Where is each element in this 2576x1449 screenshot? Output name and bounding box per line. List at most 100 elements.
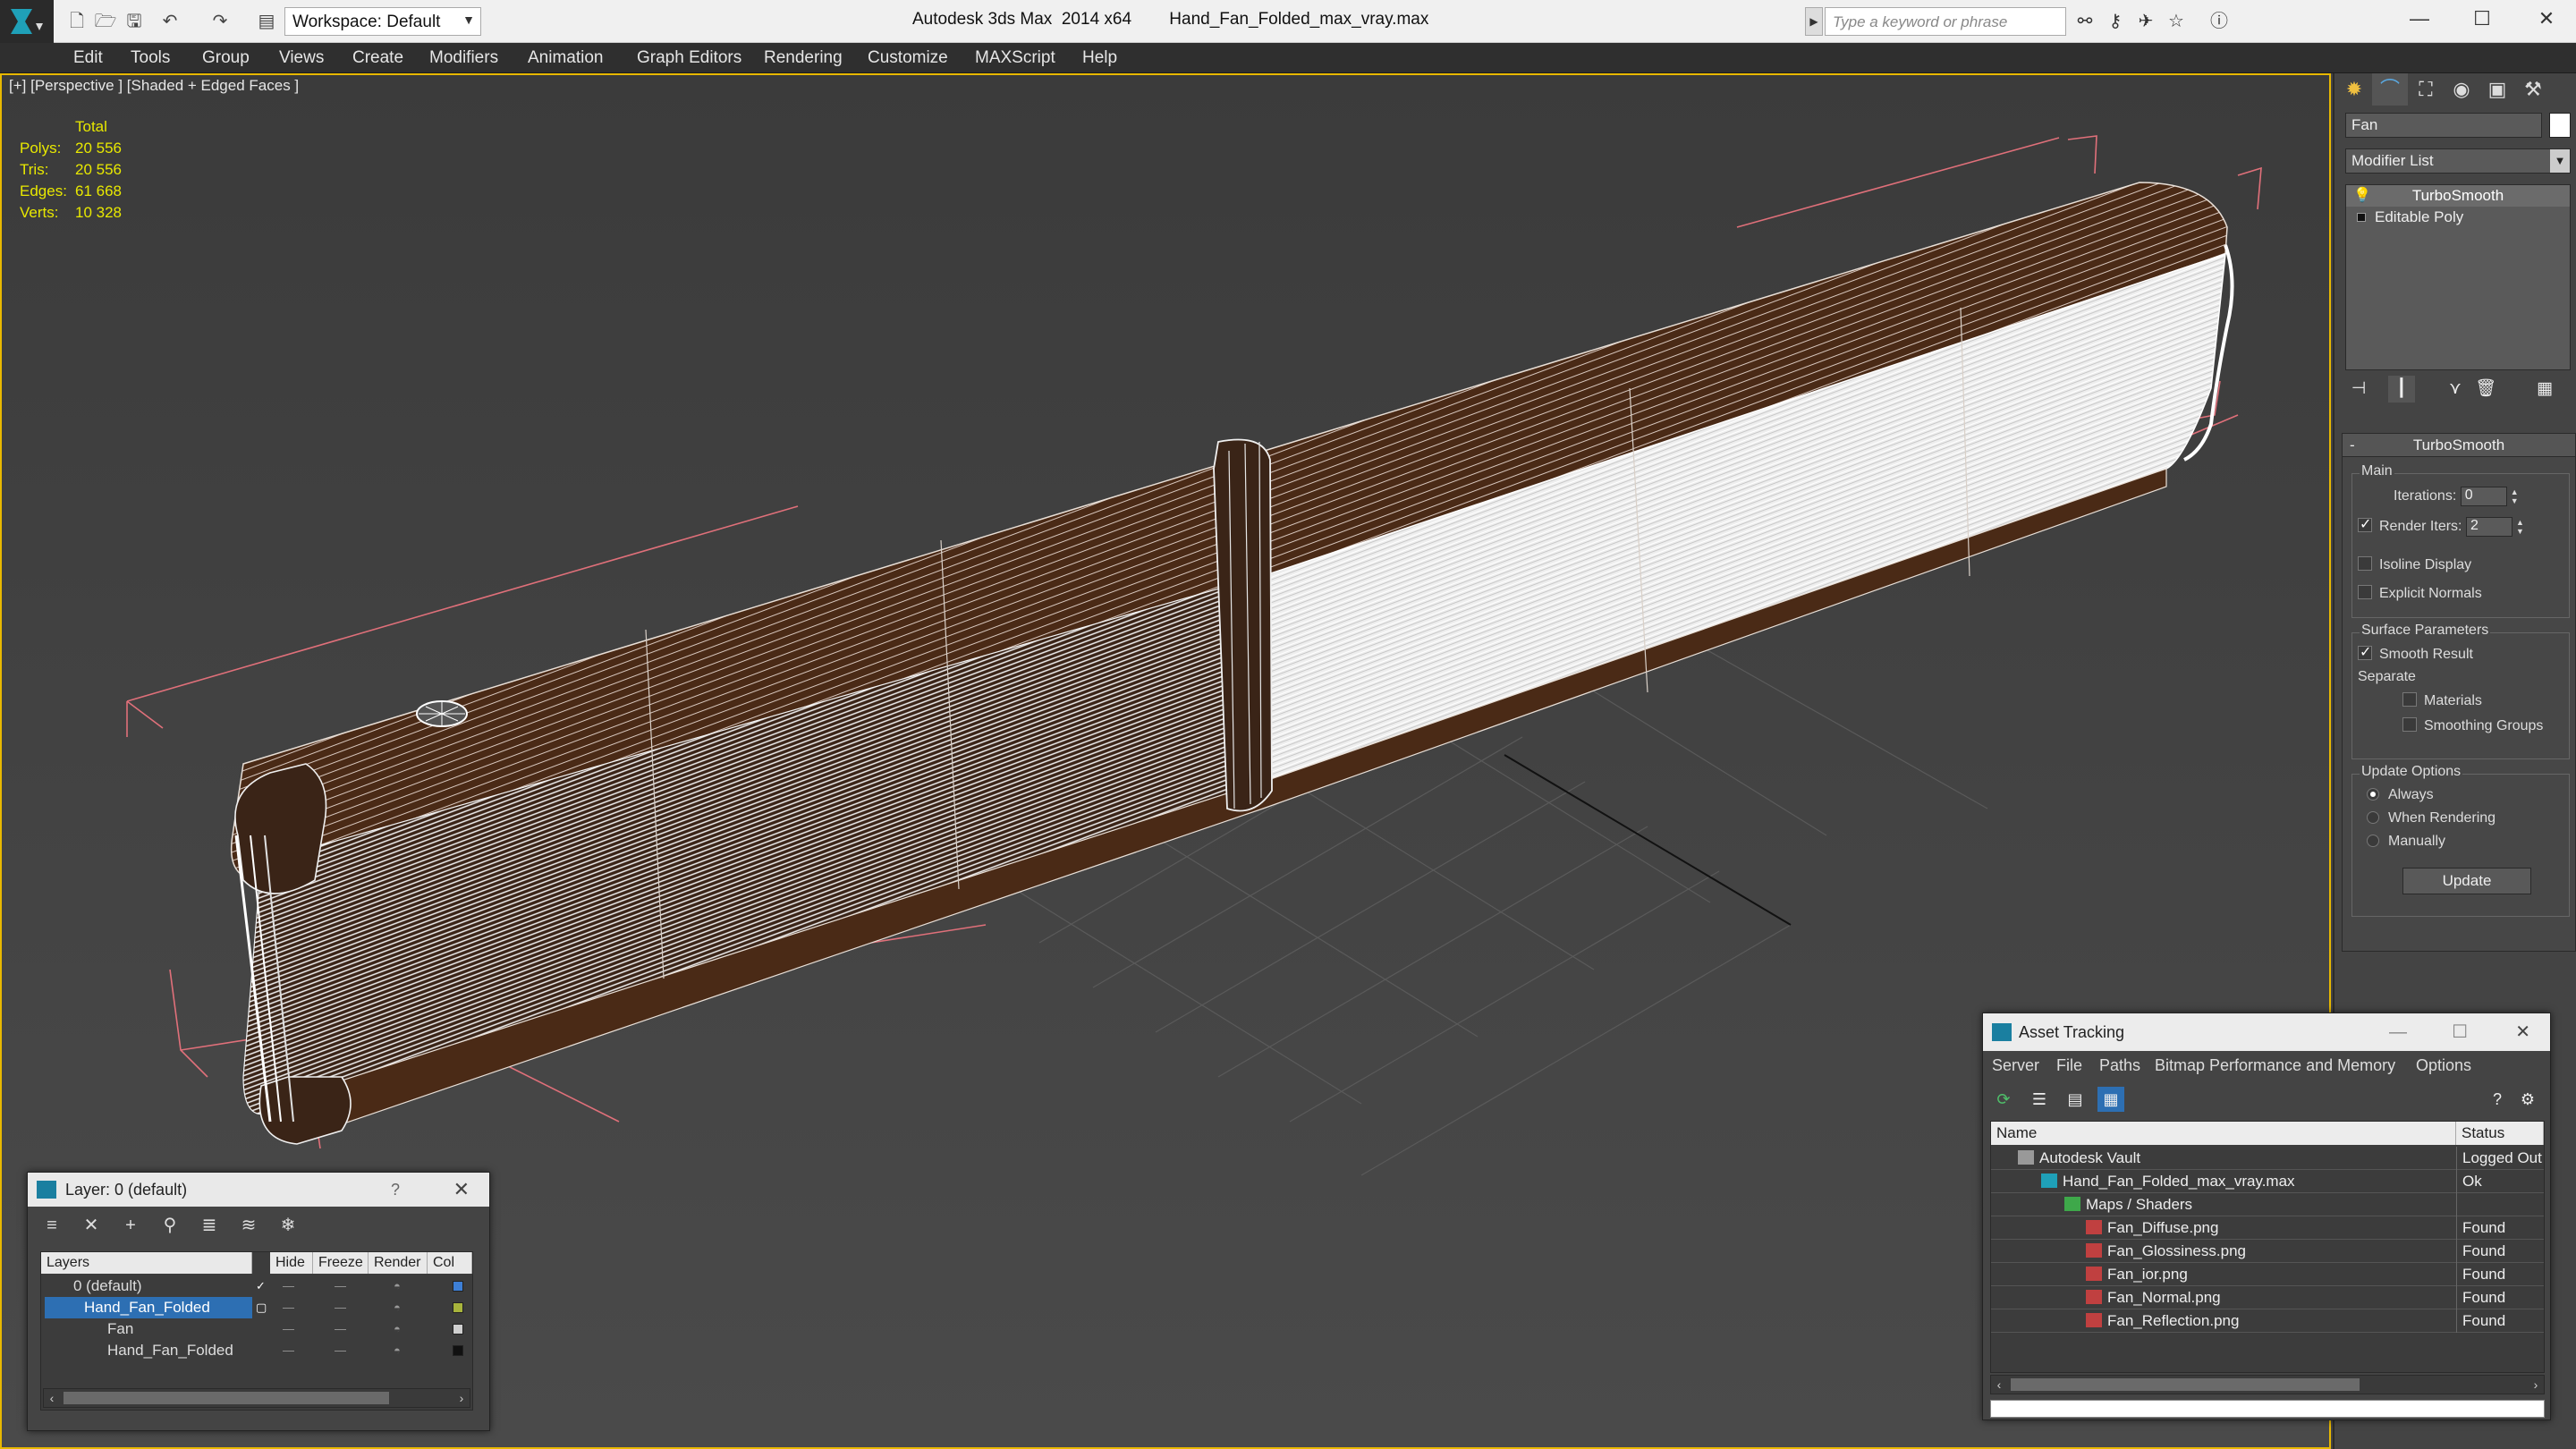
freeze-all-layers-icon[interactable]: ❄ (273, 1212, 303, 1239)
menu-rendering[interactable]: Rendering (764, 48, 843, 68)
horizontal-scrollbar[interactable]: ‹ › (43, 1388, 470, 1408)
close-icon[interactable]: ✕ (2515, 1013, 2530, 1051)
menu-bitmap-performance[interactable]: Bitmap Performance and Memory (2155, 1056, 2395, 1075)
make-unique-icon[interactable]: ⋎ (2442, 376, 2469, 402)
column-header[interactable]: Status (2456, 1122, 2544, 1145)
explicit-normals-row[interactable]: Explicit Normals (2358, 585, 2482, 602)
create-tab-icon[interactable]: ✹ (2336, 73, 2372, 106)
isoline-checkbox[interactable] (2358, 556, 2372, 571)
asset-row[interactable]: Hand_Fan_Folded_max_vray.max Ok (1991, 1170, 2544, 1193)
object-color-swatch[interactable] (2549, 113, 2571, 138)
smooth-result-row[interactable]: Smooth Result (2358, 643, 2473, 663)
horizontal-scrollbar[interactable]: ‹ › (1990, 1375, 2545, 1394)
materials-checkbox[interactable] (2402, 692, 2417, 707)
menu-create[interactable]: Create (352, 48, 403, 68)
render-iters-checkbox[interactable] (2358, 515, 2372, 533)
pin-stack-icon[interactable]: ⊣ (2345, 376, 2372, 402)
binoculars-icon[interactable]: ⚯ (2072, 9, 2098, 34)
layer-row[interactable]: Fan — — ◓ (41, 1318, 470, 1340)
save-file-icon[interactable]: 🖫 (122, 9, 147, 34)
scroll-right-icon[interactable]: › (2528, 1376, 2544, 1394)
layer-color-swatch[interactable] (453, 1345, 463, 1356)
freeze-toggle-icon[interactable]: — (335, 1297, 346, 1318)
refresh-icon[interactable]: ⟳ (1990, 1087, 2017, 1112)
render-teapot-icon[interactable]: ◓ (394, 1297, 401, 1318)
asset-row[interactable]: Maps / Shaders (1991, 1193, 2544, 1216)
configure-sets-icon[interactable]: ▦ (2531, 376, 2558, 402)
layer-color-swatch[interactable] (453, 1324, 463, 1335)
when-rendering-radio[interactable] (2367, 811, 2379, 824)
scroll-right-icon[interactable]: › (453, 1389, 470, 1407)
asset-row[interactable]: Autodesk Vault Logged Out (1991, 1147, 2544, 1170)
communication-center-icon[interactable]: ✈ (2132, 9, 2159, 34)
column-header[interactable]: Render (369, 1252, 428, 1274)
add-to-layer-icon[interactable]: + (115, 1212, 146, 1239)
redo-icon[interactable]: ↷ (208, 9, 233, 34)
maximize-button[interactable]: ☐ (2454, 0, 2510, 39)
asset-row[interactable]: Fan_ior.png Found (1991, 1263, 2544, 1286)
close-button[interactable]: ✕ (2519, 0, 2574, 39)
menu-edit[interactable]: Edit (73, 48, 103, 68)
menu-maxscript[interactable]: MAXScript (975, 48, 1055, 68)
table-view-icon[interactable]: ▦ (2097, 1087, 2124, 1112)
settings-icon[interactable]: ⚙ (2514, 1087, 2541, 1112)
menu-server[interactable]: Server (1992, 1056, 2039, 1075)
layer-row[interactable]: Hand_Fan_Folded — — ◓ (41, 1340, 470, 1361)
always-row[interactable]: Always (2367, 787, 2434, 803)
project-folder-icon[interactable]: ▤ (254, 9, 279, 34)
layer-color-swatch[interactable] (453, 1281, 463, 1292)
menu-paths[interactable]: Paths (2099, 1056, 2140, 1075)
when-rendering-row[interactable]: When Rendering (2367, 810, 2496, 826)
manually-row[interactable]: Manually (2367, 834, 2445, 850)
hide-toggle-icon[interactable]: — (283, 1318, 294, 1340)
remove-modifier-icon[interactable]: 🗑 (2472, 376, 2499, 402)
hide-toggle-icon[interactable]: — (283, 1297, 294, 1318)
show-end-result-icon[interactable]: ┃ (2388, 376, 2415, 402)
asset-path-field[interactable] (1990, 1400, 2545, 1418)
modify-tab-icon[interactable]: ⌒ (2372, 73, 2408, 106)
search-expand-icon[interactable]: ▶ (1805, 7, 1823, 36)
app-menu-button[interactable] (0, 0, 54, 43)
minimize-button[interactable]: — (2392, 0, 2447, 39)
always-radio[interactable] (2367, 788, 2379, 801)
minimize-button[interactable]: — (2389, 1013, 2407, 1051)
smoothing-groups-row[interactable]: Smoothing Groups (2402, 717, 2543, 734)
menu-group[interactable]: Group (202, 48, 250, 68)
isoline-row[interactable]: Isoline Display (2358, 556, 2471, 573)
layer-color-swatch[interactable] (453, 1302, 463, 1313)
iterations-spinner[interactable]: 0 (2460, 487, 2507, 506)
manually-radio[interactable] (2367, 835, 2379, 847)
update-button[interactable]: Update (2402, 868, 2531, 894)
hide-toggle-icon[interactable]: — (283, 1275, 294, 1297)
materials-row[interactable]: Materials (2402, 692, 2482, 709)
freeze-toggle-icon[interactable]: — (335, 1318, 346, 1340)
smoothing-groups-checkbox[interactable] (2402, 717, 2417, 732)
menu-graph-editors[interactable]: Graph Editors (637, 48, 741, 68)
menu-views[interactable]: Views (279, 48, 324, 68)
expand-plus-icon[interactable] (2357, 213, 2366, 222)
menu-file[interactable]: File (2056, 1056, 2082, 1075)
menu-tools[interactable]: Tools (131, 48, 170, 68)
render-iters-spinner[interactable]: 2 (2465, 517, 2512, 537)
column-header[interactable]: Hide (270, 1252, 313, 1274)
detail-view-icon[interactable]: ▤ (2062, 1087, 2089, 1112)
menu-customize[interactable]: Customize (868, 48, 948, 68)
new-file-icon[interactable]: 🗋 (64, 9, 89, 34)
menu-animation[interactable]: Animation (528, 48, 604, 68)
favorites-star-icon[interactable]: ☆ (2163, 9, 2190, 34)
undo-icon[interactable]: ↶ (157, 9, 182, 34)
object-name-field[interactable]: Fan (2345, 113, 2542, 138)
scroll-left-icon[interactable]: ‹ (1991, 1376, 2007, 1394)
help-icon[interactable]: ? (2484, 1087, 2511, 1112)
motion-tab-icon[interactable]: ◉ (2444, 73, 2479, 106)
freeze-toggle-icon[interactable]: — (335, 1275, 346, 1297)
menu-options[interactable]: Options (2416, 1056, 2471, 1075)
column-header[interactable]: Name (1991, 1122, 2456, 1145)
column-header[interactable]: Layers (41, 1252, 252, 1274)
dialog-title-bar[interactable]: Layer: 0 (default) ? ✕ (28, 1173, 489, 1207)
scroll-thumb[interactable] (2011, 1378, 2360, 1391)
select-in-layer-icon[interactable]: ⚲ (155, 1212, 185, 1239)
freeze-toggle-icon[interactable]: — (335, 1340, 346, 1361)
hide-all-layers-icon[interactable]: ≋ (233, 1212, 264, 1239)
subscription-key-icon[interactable]: ⚷ (2102, 9, 2129, 34)
